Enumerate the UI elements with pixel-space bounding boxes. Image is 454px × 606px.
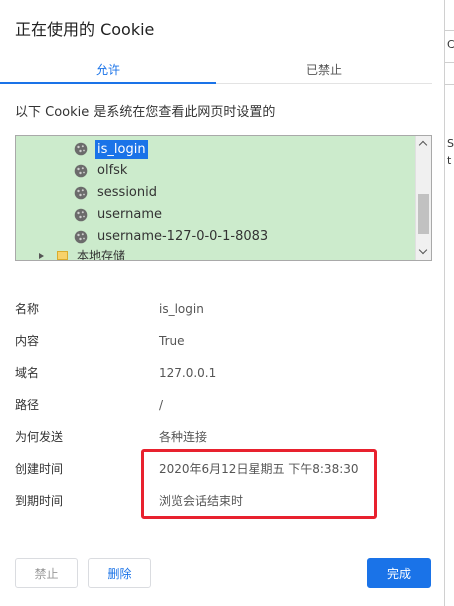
- tree-scrollbar[interactable]: [415, 136, 431, 260]
- edge-divider: [445, 84, 454, 85]
- detail-key: 路径: [15, 398, 40, 412]
- cookie-icon: [74, 142, 88, 156]
- cookies-dialog: 正在使用的 Cookie 允许 已禁止 以下 Cookie 是系统在您查看此网页…: [0, 0, 444, 606]
- detail-value: 各种连接: [159, 430, 208, 444]
- background-page-edge: C S t: [444, 0, 454, 606]
- detail-value: is_login: [159, 302, 204, 316]
- expand-arrow-icon[interactable]: [39, 253, 44, 259]
- detail-value: /: [159, 398, 164, 412]
- tree-item-label: sessionid: [97, 185, 157, 200]
- scroll-up-button[interactable]: [416, 136, 431, 152]
- cookie-tree[interactable]: is_login olfsk sessionid username userna…: [15, 135, 432, 261]
- cookie-icon: [74, 230, 88, 244]
- scroll-down-button[interactable]: [416, 244, 431, 260]
- detail-key: 创建时间: [15, 462, 64, 476]
- cookie-icon: [74, 186, 88, 200]
- tree-item-label: username: [97, 207, 162, 222]
- scroll-thumb[interactable]: [418, 194, 429, 234]
- tree-item-label: is_login: [95, 140, 148, 159]
- dialog-title: 正在使用的 Cookie: [15, 20, 155, 39]
- tab-bar: 允许 已禁止: [0, 56, 432, 84]
- folder-icon: [57, 251, 68, 260]
- chevron-down-icon: [418, 245, 428, 255]
- tree-item-label: 本地存储: [77, 249, 126, 261]
- edge-divider: [445, 62, 454, 63]
- detail-key: 名称: [15, 302, 40, 316]
- cookie-icon: [74, 208, 88, 222]
- detail-value: True: [159, 334, 185, 348]
- tab-blocked[interactable]: 已禁止: [216, 56, 432, 84]
- edge-divider: [445, 30, 454, 31]
- detail-value: 127.0.0.1: [159, 366, 217, 380]
- active-tab-indicator: [0, 82, 216, 84]
- block-button[interactable]: 禁止: [15, 558, 78, 588]
- tree-item-label: username-127-0-0-1-8083: [97, 229, 269, 244]
- edge-text-fragment: C: [447, 38, 454, 51]
- detail-key: 为何发送: [15, 430, 64, 444]
- detail-key: 到期时间: [15, 494, 64, 508]
- detail-key: 域名: [15, 366, 40, 380]
- done-button[interactable]: 完成: [367, 558, 431, 588]
- detail-key: 内容: [15, 334, 40, 348]
- cookies-description: 以下 Cookie 是系统在您查看此网页时设置的: [15, 105, 276, 120]
- red-annotation-box: [141, 449, 377, 519]
- cookie-icon: [74, 164, 88, 178]
- edge-text-fragment: S: [447, 137, 454, 150]
- chevron-up-icon: [418, 140, 428, 150]
- edge-text-fragment: t: [447, 154, 452, 167]
- tree-item-label: olfsk: [97, 163, 128, 178]
- delete-button[interactable]: 删除: [88, 558, 151, 588]
- tab-allowed[interactable]: 允许: [0, 56, 216, 84]
